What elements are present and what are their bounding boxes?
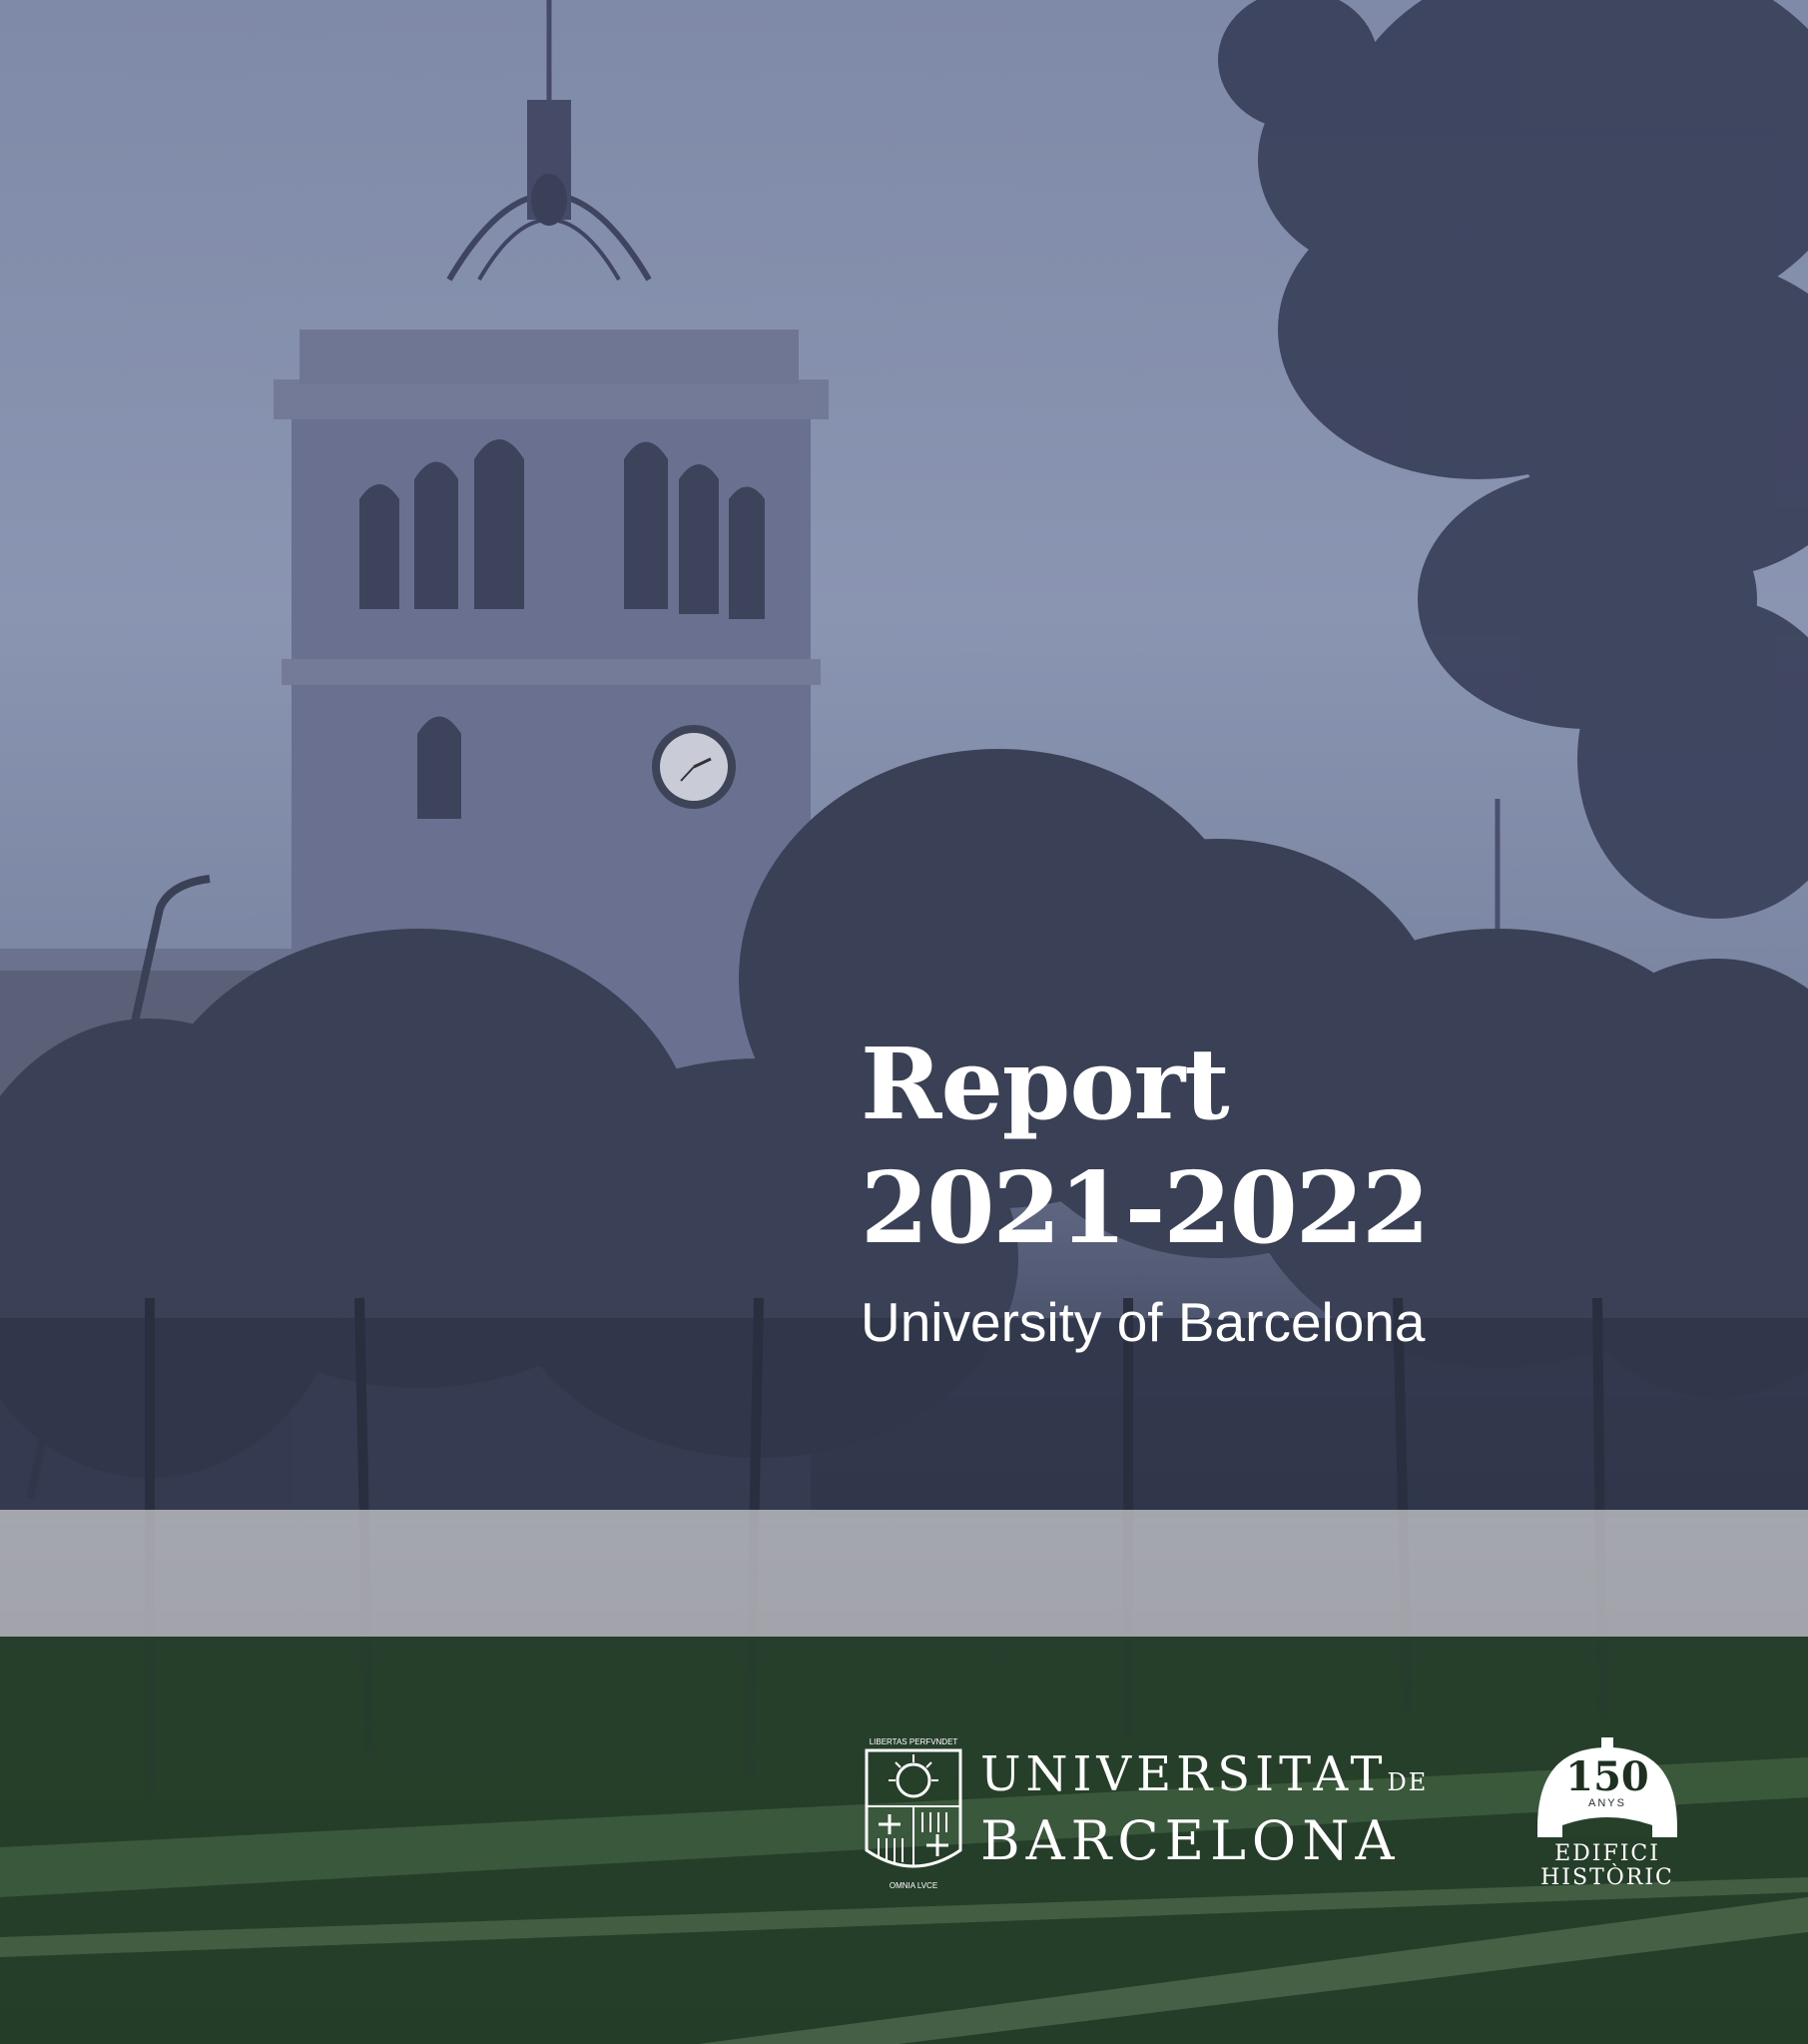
cover-title-block: Report 2021-2022 University of Barcelona — [861, 1023, 1430, 1357]
university-logo: LIBERTAS PERFVNDET OMNIA LVCE UNIVERSITA… — [859, 1732, 1426, 1892]
report-cover: Report 2021-2022 University of Barcelona — [0, 0, 1808, 2044]
university-seal-icon: LIBERTAS PERFVNDET OMNIA LVCE — [865, 1737, 962, 1890]
grey-band — [0, 1510, 1808, 1637]
university-name-de: DE — [1387, 1768, 1429, 1796]
cover-year: 2021-2022 — [861, 1151, 1430, 1266]
anniversary-badge: 150 ANYS EDIFICI HISTÒRIC — [1517, 1737, 1697, 1897]
tree-canopy-top-right — [1218, 0, 1808, 919]
anniversary-number: 150 — [1565, 1753, 1649, 1800]
university-name-line1: UNIVERSITAT — [980, 1746, 1388, 1802]
seal-motto-top: LIBERTAS PERFVNDET — [870, 1737, 958, 1746]
anniversary-anys: ANYS — [1588, 1797, 1626, 1809]
badge-line1: EDIFICI — [1554, 1841, 1660, 1866]
badge-line2: HISTÒRIC — [1540, 1865, 1674, 1890]
cover-subtitle: University of Barcelona — [861, 1291, 1426, 1353]
university-name-line2: BARCELONA — [980, 1809, 1401, 1872]
cover-title: Report — [861, 1027, 1230, 1142]
university-name: UNIVERSITATDE BARCELONA — [980, 1746, 1428, 1872]
seal-motto-bottom: OMNIA LVCE — [890, 1881, 937, 1890]
